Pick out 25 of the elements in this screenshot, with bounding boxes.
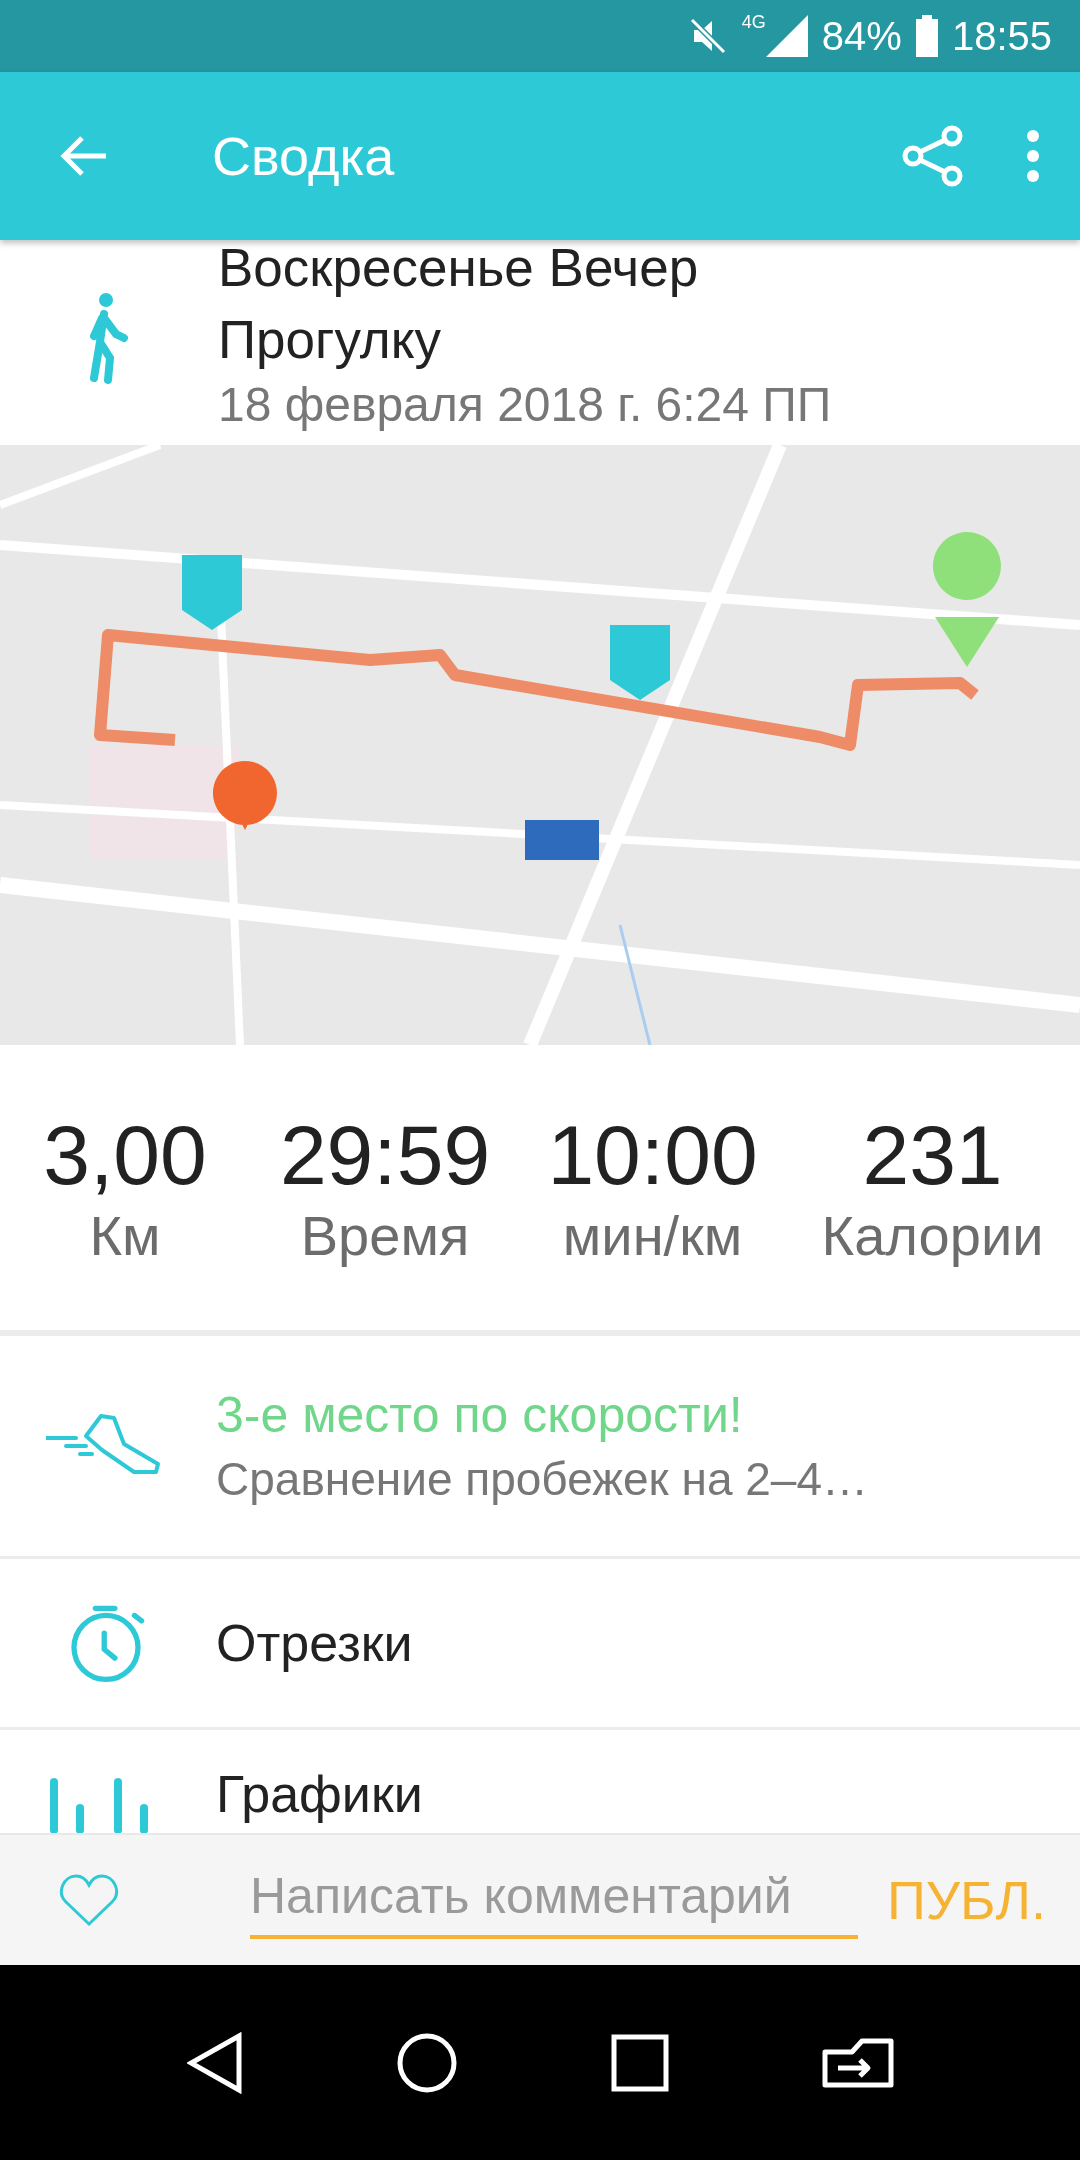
- battery-percent: 84%: [821, 13, 902, 59]
- switch-icon[interactable]: [821, 2037, 894, 2088]
- stat-value: 231: [862, 1106, 1003, 1203]
- clock: 18:55: [951, 13, 1052, 59]
- stat-value: 29:59: [279, 1106, 491, 1203]
- stat-label: Время: [300, 1202, 470, 1269]
- achievement-title: 3-е место по скорости!: [216, 1386, 744, 1444]
- stat-value: 3,00: [43, 1106, 207, 1203]
- stat-value: 10:00: [547, 1106, 758, 1203]
- home-icon[interactable]: [395, 2031, 458, 2094]
- achievement-subtitle: Сравнение пробежек на 2–4…: [216, 1452, 869, 1506]
- network-type: 4G: [741, 12, 766, 33]
- screen-title: Сводка: [212, 125, 396, 187]
- menu-item[interactable]: Графики: [216, 1762, 423, 1826]
- signal-icon: [765, 15, 808, 57]
- stat-label: мин/км: [562, 1202, 743, 1269]
- activity-date: 18 февраля 2018 г. 6:24 ПП: [218, 377, 833, 433]
- back-icon[interactable]: [186, 2031, 243, 2094]
- activity-title: Воскресенье Вечер Прогулку: [218, 240, 700, 371]
- stat-label: Калории: [821, 1202, 1044, 1269]
- comment-field[interactable]: Написать комментарий: [250, 1861, 858, 1939]
- menu-item[interactable]: Отрезки: [216, 1613, 413, 1673]
- battery-icon: [915, 15, 938, 57]
- recents-icon[interactable]: [610, 2033, 669, 2092]
- stat-label: Км: [89, 1202, 161, 1269]
